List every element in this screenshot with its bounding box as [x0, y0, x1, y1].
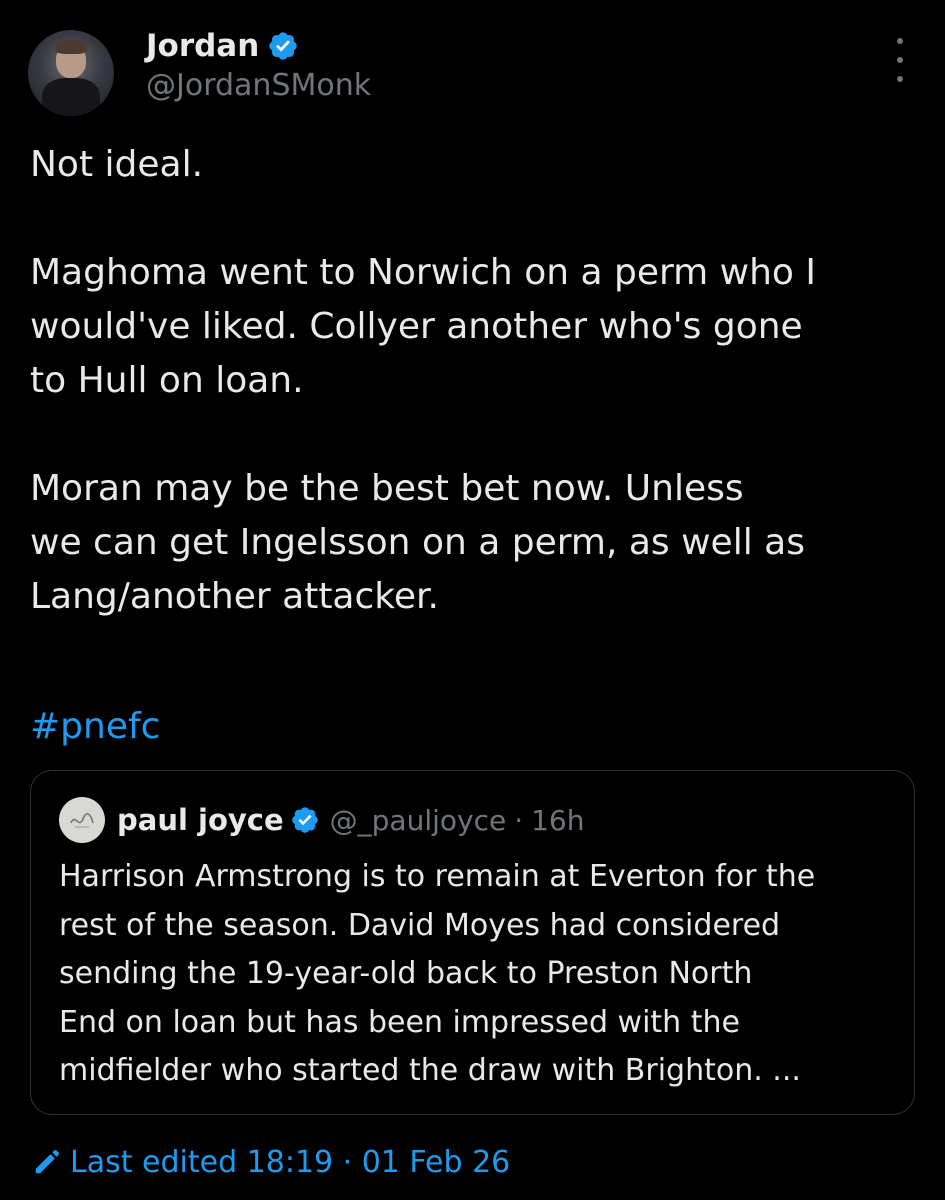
last-edited-label: Last edited 18:19 · 01 Feb 26	[70, 1144, 511, 1180]
quoted-tweet-body: Harrison Armstrong is to remain at Evert…	[59, 853, 899, 1096]
tweet-paragraph: Maghoma went to Norwich on a perm who I …	[30, 252, 817, 401]
hashtag-link[interactable]: #pnefc	[30, 700, 160, 754]
more-options-icon	[897, 38, 903, 44]
quoted-author-avatar	[59, 797, 105, 843]
quoted-author-name: paul joyce	[117, 803, 284, 837]
quoted-line: rest of the season. David Moyes had cons…	[59, 907, 781, 943]
author-avatar[interactable]	[28, 30, 114, 116]
quoted-tweet-header: paul joyce @_pauljoyce · 16h	[59, 797, 584, 843]
author-handle[interactable]: @JordanSMonk	[146, 68, 371, 103]
quoted-timestamp: 16h	[531, 803, 585, 837]
author-display-name[interactable]: Jordan	[146, 28, 259, 64]
quoted-verified-badge-icon	[291, 807, 318, 833]
author-name-row[interactable]: Jordan	[146, 26, 299, 66]
more-options-button[interactable]	[888, 38, 912, 82]
edit-history-link[interactable]: Last edited 18:19 · 01 Feb 26	[32, 1140, 510, 1184]
quoted-author-handle: @_pauljoyce	[329, 803, 507, 837]
tweet-paragraph: Moran may be the best bet now. Unless we…	[30, 468, 805, 617]
verified-badge-icon	[269, 32, 297, 60]
tweet-body: Not ideal. Maghoma went to Norwich on a …	[30, 138, 910, 624]
quoted-line: Harrison Armstrong is to remain at Evert…	[59, 859, 816, 894]
quoted-line: sending the 19-year-old back to Preston …	[59, 956, 753, 991]
tweet-paragraph: Not ideal.	[30, 144, 204, 185]
quoted-separator: ·	[514, 803, 524, 837]
quoted-tweet-card[interactable]: paul joyce @_pauljoyce · 16h Harrison Ar…	[30, 770, 915, 1115]
quoted-line: End on loan but has been impressed with …	[59, 1004, 740, 1040]
quoted-line: midfielder who started the draw with Bri…	[59, 1053, 801, 1088]
edit-pencil-icon	[35, 1150, 59, 1174]
signature-icon	[70, 812, 94, 828]
